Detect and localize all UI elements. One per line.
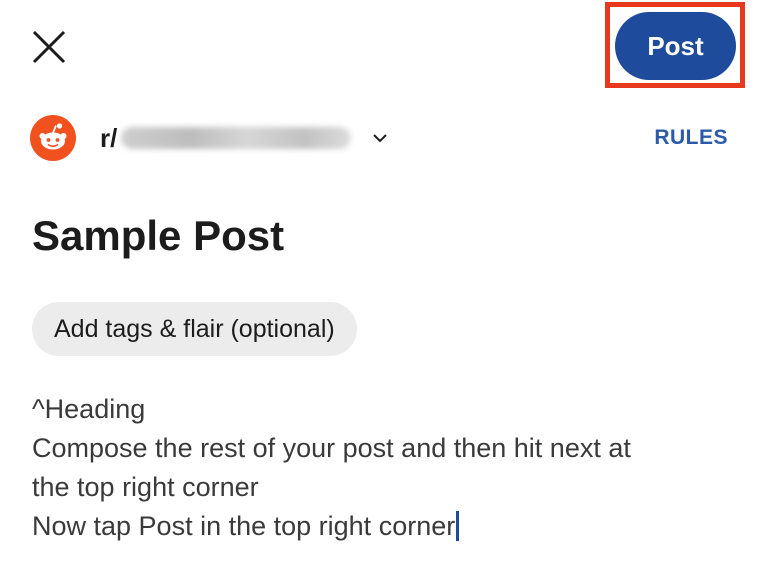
post-title[interactable]: Sample Post [32, 212, 284, 260]
text-cursor [456, 511, 460, 541]
reddit-snoo-icon [39, 123, 67, 150]
body-line: ^Heading [32, 394, 146, 424]
body-line-last: Now tap Post in the top right corner [32, 507, 742, 546]
post-button[interactable]: Post [615, 12, 736, 80]
community-prefix: r/ [100, 122, 118, 153]
post-body-editor[interactable]: ^Heading Compose the rest of your post a… [32, 390, 742, 546]
body-line-text: Now tap Post in the top right corner [32, 511, 456, 541]
add-tags-flair-button[interactable]: Add tags & flair (optional) [32, 302, 357, 356]
body-line: the top right corner [32, 472, 259, 502]
community-avatar [30, 115, 76, 161]
rules-link[interactable]: RULES [654, 126, 728, 150]
body-line: Compose the rest of your post and then h… [32, 433, 631, 463]
chevron-down-icon [373, 134, 388, 143]
close-icon [32, 30, 66, 64]
community-name-redacted [121, 127, 352, 149]
close-button[interactable] [28, 26, 70, 68]
flair-label: Add tags & flair (optional) [54, 314, 335, 343]
community-selector[interactable]: r/ [30, 114, 389, 162]
